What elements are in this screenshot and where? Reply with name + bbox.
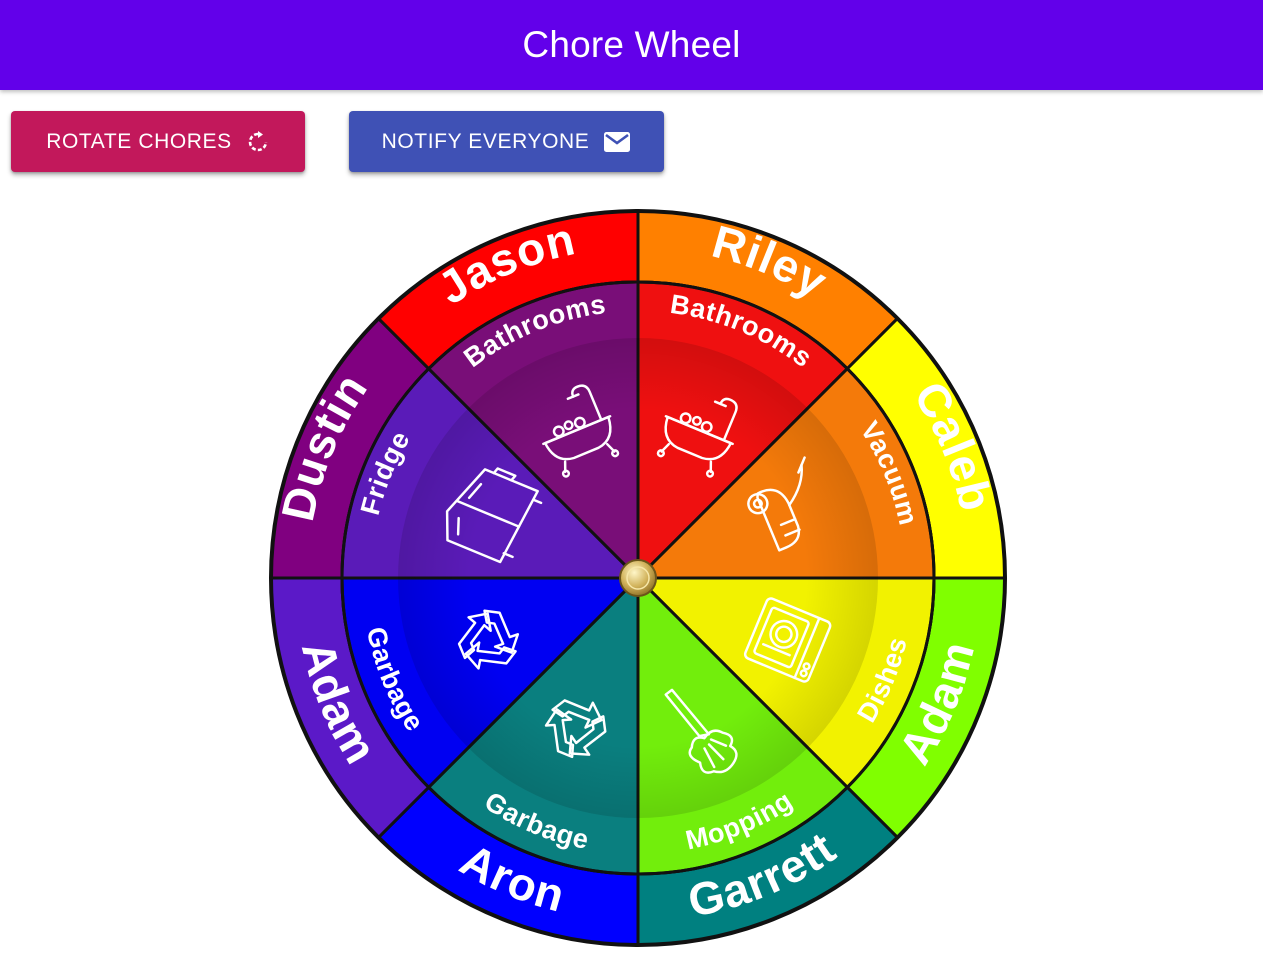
- chore-wheel[interactable]: RileyCalebAdamGarrettAronAdamDustinJason…: [0, 0, 1263, 971]
- wheel-hub[interactable]: [619, 559, 657, 597]
